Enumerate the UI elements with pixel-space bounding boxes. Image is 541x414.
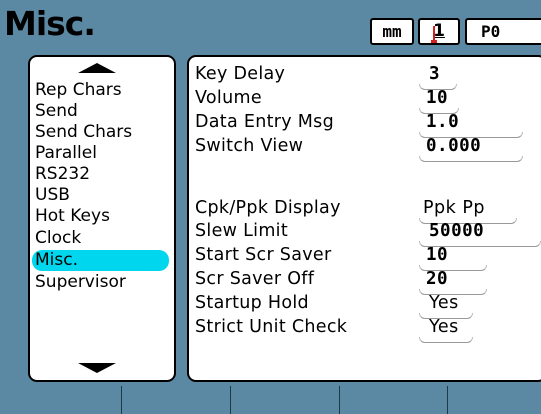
- setting-label: Cpk/Ppk Display: [195, 198, 341, 218]
- setting-label: Data Entry Msg: [195, 112, 334, 132]
- scroll-up-arrow-icon[interactable]: [78, 63, 116, 73]
- page-title: Misc.: [4, 4, 96, 43]
- menu-item-hot-keys[interactable]: Hot Keys: [35, 206, 110, 227]
- setting-label: Start Scr Saver: [195, 245, 332, 265]
- channel-marker-base-icon: [431, 40, 437, 43]
- menu-item-rs232[interactable]: RS232: [35, 164, 90, 185]
- setting-value[interactable]: 1.0: [426, 111, 459, 134]
- setting-value[interactable]: Ppk Pp: [423, 197, 485, 220]
- setting-value[interactable]: 10: [426, 87, 448, 110]
- channel-indicator[interactable]: 1: [418, 18, 460, 45]
- setting-value[interactable]: 3: [429, 63, 440, 86]
- screen: Misc. mm 1 P0 Rep Chars Send Send Chars …: [0, 0, 541, 414]
- menu-item-parallel[interactable]: Parallel: [35, 143, 97, 164]
- softkey-3[interactable]: [230, 386, 339, 414]
- setting-label: Volume: [195, 88, 262, 108]
- softkey-4[interactable]: [339, 386, 447, 414]
- part-indicator[interactable]: P0: [465, 18, 541, 45]
- softkey-2[interactable]: [121, 386, 230, 414]
- title-bar: Misc. mm 1 P0: [0, 0, 541, 50]
- menu-item-rep-chars[interactable]: Rep Chars: [35, 80, 122, 101]
- setting-label: Strict Unit Check: [195, 317, 348, 337]
- setting-label: Startup Hold: [195, 293, 309, 313]
- setting-value[interactable]: 10: [426, 244, 448, 267]
- setting-value[interactable]: Yes: [429, 316, 459, 339]
- field-underline: [419, 337, 473, 343]
- settings-panel: Key Delay 3 Volume 10 Data Entry Msg 1.0…: [187, 55, 541, 382]
- menu-item-clock[interactable]: Clock: [35, 228, 81, 249]
- softkey-5[interactable]: [447, 386, 541, 414]
- setting-value[interactable]: 0.000: [426, 135, 481, 158]
- setting-value[interactable]: 50000: [429, 220, 484, 243]
- field-underline: [419, 156, 523, 162]
- menu-item-usb[interactable]: USB: [35, 185, 70, 206]
- setting-value[interactable]: 20: [426, 268, 448, 291]
- setup-menu: Rep Chars Send Send Chars Parallel RS232…: [28, 55, 176, 382]
- units-indicator[interactable]: mm: [370, 18, 414, 45]
- setting-label: Slew Limit: [195, 221, 288, 241]
- menu-item-supervisor[interactable]: Supervisor: [35, 272, 126, 293]
- menu-item-send[interactable]: Send: [35, 101, 78, 122]
- setting-value[interactable]: Yes: [429, 292, 459, 315]
- setting-label: Switch View: [195, 136, 304, 156]
- scroll-down-arrow-icon[interactable]: [78, 363, 116, 373]
- softkey-1[interactable]: [0, 386, 121, 414]
- menu-item-send-chars[interactable]: Send Chars: [35, 122, 132, 143]
- menu-item-misc[interactable]: Misc.: [32, 250, 169, 271]
- setting-label: Key Delay: [195, 64, 286, 84]
- softkey-bar: [0, 386, 541, 414]
- setting-label: Scr Saver Off: [195, 269, 315, 289]
